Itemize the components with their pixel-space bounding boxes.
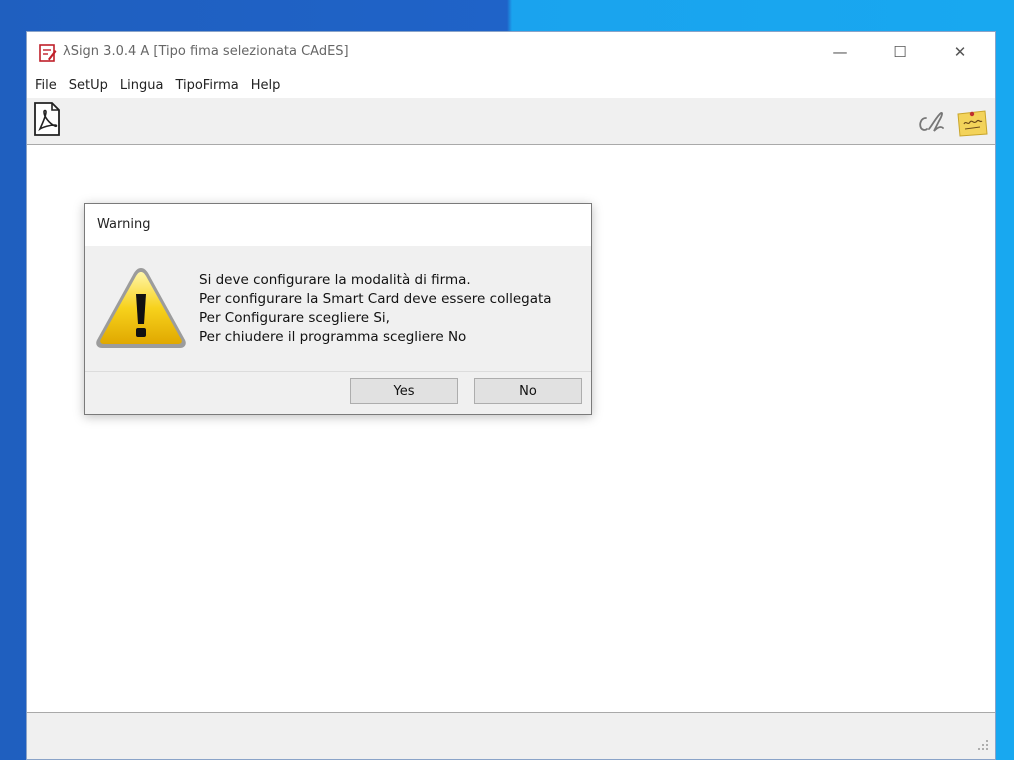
message-line: Per chiudere il programma scegliere No — [199, 329, 467, 345]
dialog-title: Warning — [97, 217, 151, 232]
minimize-button[interactable]: — — [817, 32, 863, 72]
message-line: Per Configurare scegliere Si, — [199, 310, 390, 326]
warning-dialog: Warning Si deve configurare la modalità … — [84, 203, 592, 415]
maximize-button[interactable]: ☐ — [877, 32, 923, 72]
signature-icon[interactable] — [917, 110, 949, 138]
resize-grip-icon[interactable] — [977, 739, 989, 751]
sticky-note-icon[interactable] — [955, 108, 989, 138]
title-bar[interactable]: λSign 3.0.4 A [Tipo fima selezionata CAd… — [27, 32, 995, 74]
window-title: λSign 3.0.4 A [Tipo fima selezionata CAd… — [63, 44, 349, 59]
dialog-title-bar[interactable]: Warning — [85, 204, 591, 246]
menu-lingua[interactable]: Lingua — [114, 74, 170, 98]
status-bar — [27, 712, 995, 759]
no-button[interactable]: No — [474, 378, 582, 404]
message-line: Si deve configurare la modalità di firma… — [199, 272, 471, 288]
menu-help[interactable]: Help — [245, 74, 287, 98]
pdf-icon[interactable] — [32, 102, 62, 136]
app-icon — [39, 44, 57, 62]
menu-bar: File SetUp Lingua TipoFirma Help — [27, 74, 995, 98]
menu-file[interactable]: File — [27, 74, 63, 98]
menu-tipofirma[interactable]: TipoFirma — [169, 74, 244, 98]
close-button[interactable]: ✕ — [937, 32, 983, 72]
toolbar — [27, 98, 995, 145]
warning-icon — [93, 264, 189, 352]
message-line: Per configurare la Smart Card deve esser… — [199, 291, 552, 307]
dialog-footer: Yes No — [85, 371, 591, 414]
yes-button[interactable]: Yes — [350, 378, 458, 404]
dialog-body: Si deve configurare la modalità di firma… — [85, 246, 591, 372]
dialog-message: Si deve configurare la modalità di firma… — [199, 271, 552, 347]
menu-setup[interactable]: SetUp — [63, 74, 114, 98]
